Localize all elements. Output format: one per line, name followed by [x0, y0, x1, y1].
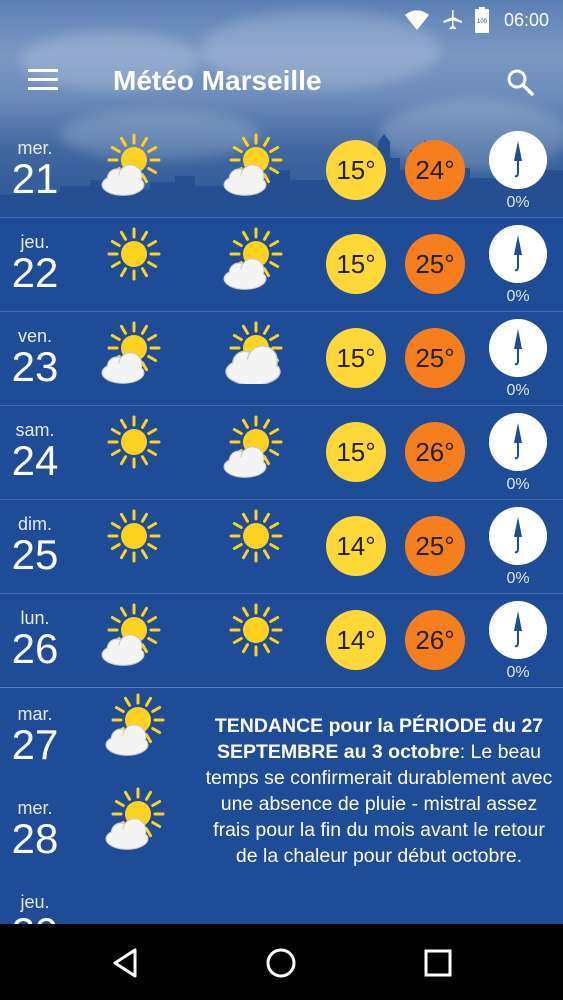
forecast-date: lun. 26	[0, 608, 70, 672]
day-number: 26	[11, 625, 59, 672]
min-temperature: 15°	[326, 234, 386, 294]
forecast-date: sam. 24	[0, 420, 70, 484]
back-icon[interactable]	[109, 946, 143, 980]
rain-probability: 0%	[506, 664, 530, 681]
airplane-icon	[443, 10, 462, 30]
min-temperature: 15°	[326, 140, 386, 200]
home-icon[interactable]	[264, 946, 298, 980]
navigation-bar	[0, 924, 563, 1000]
battery-icon: 100	[474, 7, 489, 33]
day-number: 25	[11, 531, 59, 578]
forecast-row[interactable]: dim. 25 14° 25° 0%	[0, 500, 563, 594]
divider	[0, 687, 563, 688]
rain-probability: 0%	[506, 288, 530, 305]
afternoon-weather-icon	[223, 227, 283, 290]
toolbar: Météo Marseille	[0, 55, 563, 111]
min-temperature: 14°	[326, 516, 386, 576]
morning-weather-icon	[107, 509, 161, 563]
morning-weather-icon	[101, 133, 161, 196]
umbrella-icon	[489, 413, 547, 471]
rain-probability: 0%	[506, 382, 530, 399]
forecast-row[interactable]: lun. 26 14° 26° 0%	[0, 594, 563, 688]
day-number: 21	[11, 155, 59, 202]
umbrella-icon	[489, 601, 547, 659]
forecast-row[interactable]: jeu. 22 15° 25° 0%	[0, 218, 563, 312]
trend-text: TENDANCE pour la PÉRIODE du 27 SEPTEMBRE…	[204, 713, 554, 869]
forecast-date: ven. 23	[0, 326, 70, 390]
max-temperature: 26°	[405, 610, 465, 670]
status-bar: 100 06:00	[0, 0, 563, 40]
max-temperature: 25°	[405, 328, 465, 388]
day-number: 28	[11, 815, 59, 862]
morning-weather-icon	[101, 321, 161, 384]
rain-probability: 0%	[506, 476, 530, 493]
umbrella-icon	[489, 131, 547, 189]
forecast-date: mar. 27	[0, 704, 70, 768]
weather-icon	[105, 787, 165, 850]
forecast-row[interactable]: ven. 23 15° 25° 0%	[0, 312, 563, 406]
page-title: Météo Marseille	[113, 65, 322, 96]
day-number: 27	[11, 721, 59, 768]
morning-weather-icon	[101, 603, 161, 666]
morning-weather-icon	[107, 415, 161, 469]
wifi-icon	[404, 10, 429, 30]
day-number: 23	[11, 343, 59, 390]
umbrella-icon	[489, 319, 547, 377]
recents-icon[interactable]	[421, 946, 455, 980]
rain-probability: 0%	[506, 570, 530, 587]
clock: 06:00	[503, 9, 549, 30]
max-temperature: 24°	[405, 140, 465, 200]
afternoon-weather-icon	[225, 321, 283, 384]
afternoon-weather-icon	[229, 603, 283, 657]
max-temperature: 25°	[405, 234, 465, 294]
morning-weather-icon	[107, 227, 161, 281]
forecast-date: mer. 21	[0, 138, 70, 202]
svg-text:100: 100	[477, 19, 488, 25]
afternoon-weather-icon	[223, 133, 283, 196]
max-temperature: 26°	[405, 422, 465, 482]
day-number: 24	[11, 437, 59, 484]
forecast-date: dim. 25	[0, 514, 70, 578]
forecast-row[interactable]: sam. 24 15° 26° 0%	[0, 406, 563, 500]
rain-probability: 0%	[506, 194, 530, 211]
max-temperature: 25°	[405, 516, 465, 576]
min-temperature: 14°	[326, 610, 386, 670]
day-number: 22	[11, 249, 59, 296]
menu-icon[interactable]	[28, 69, 60, 95]
forecast-row[interactable]: mer. 21 15° 24° 0%	[0, 124, 563, 218]
weather-icon	[105, 693, 165, 756]
umbrella-icon	[489, 507, 547, 565]
afternoon-weather-icon	[223, 415, 283, 478]
min-temperature: 15°	[326, 328, 386, 388]
forecast-date: mer. 28	[0, 798, 70, 862]
min-temperature: 15°	[326, 422, 386, 482]
search-icon[interactable]	[505, 67, 535, 97]
afternoon-weather-icon	[229, 509, 283, 563]
umbrella-icon	[489, 225, 547, 283]
forecast-date: jeu. 22	[0, 232, 70, 296]
